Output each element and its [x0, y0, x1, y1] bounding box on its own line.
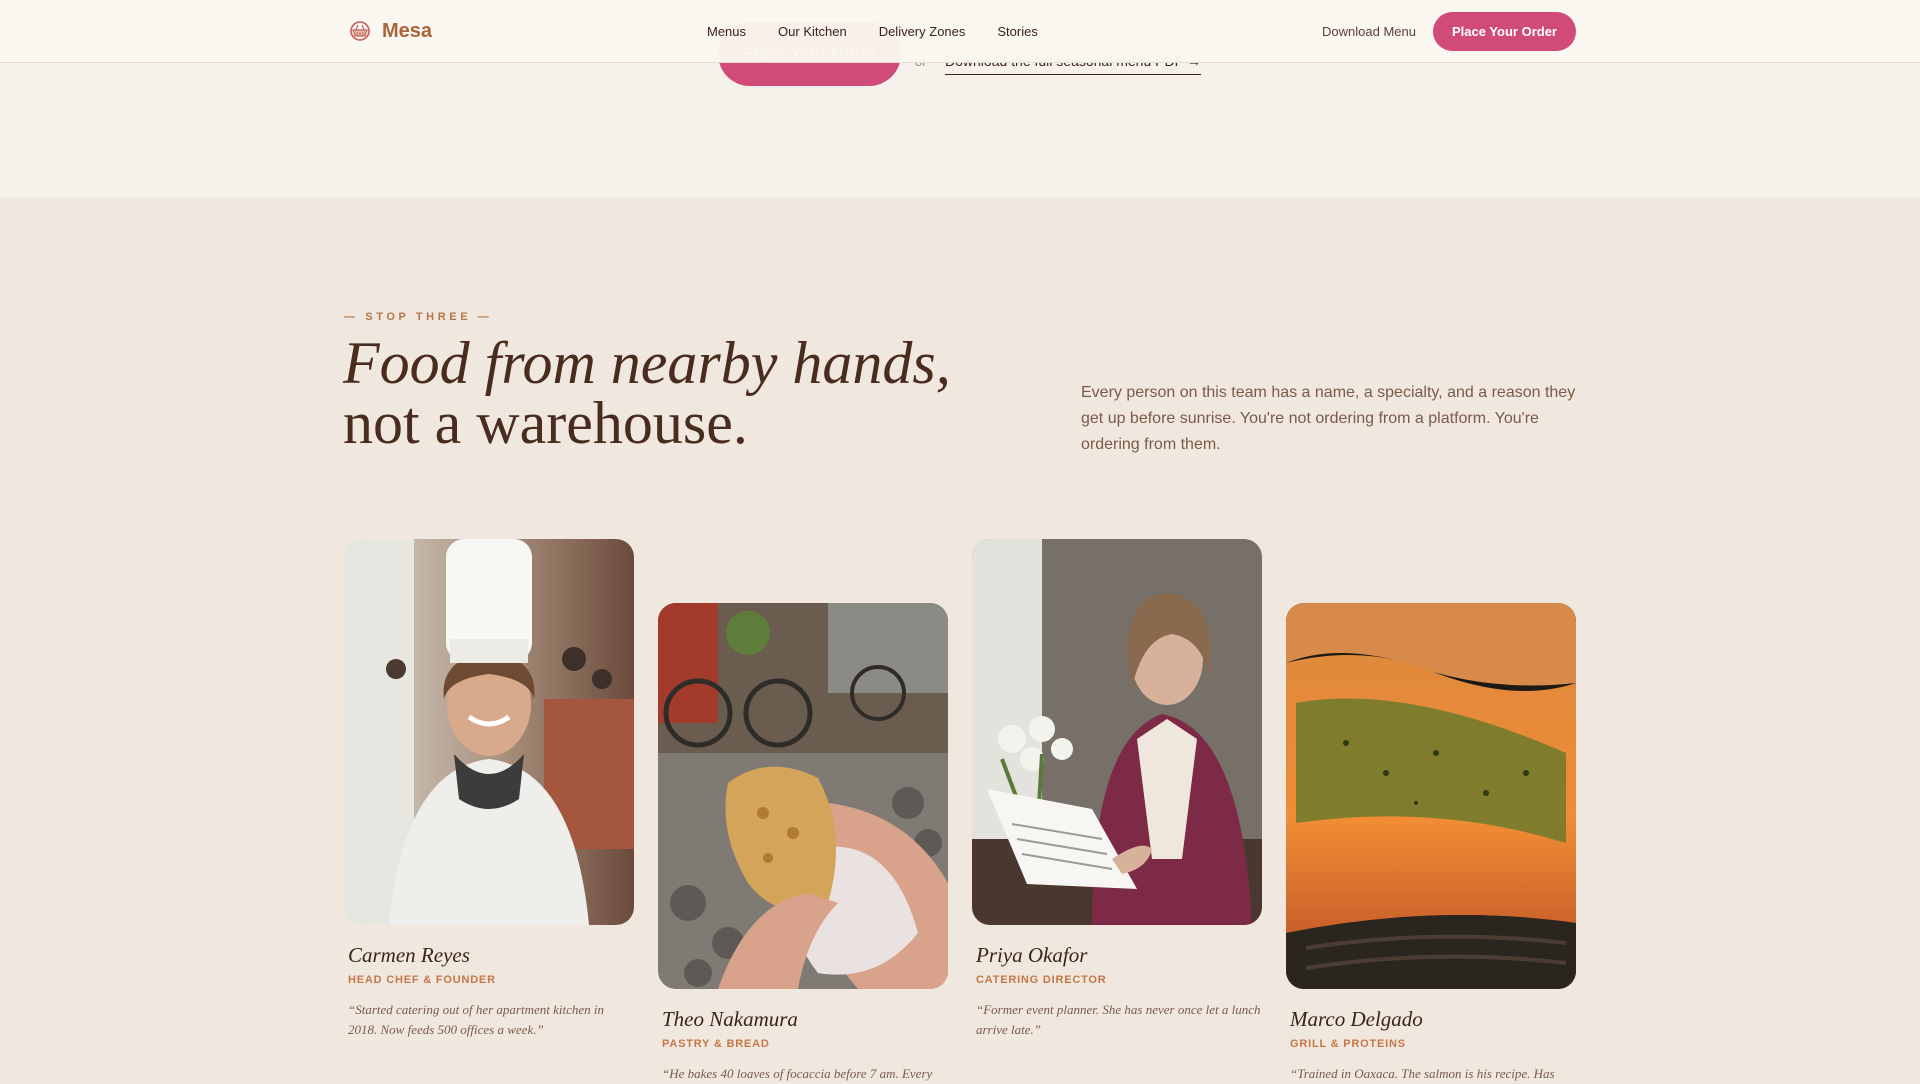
- team-member-role: GRILL & PROTEINS: [1290, 1038, 1406, 1050]
- chef-portrait-photo: [344, 539, 634, 925]
- team-member-name: Priya Okafor: [976, 943, 1088, 967]
- headline-italic-line: Food from nearby hands,: [343, 330, 951, 396]
- team-card-theo[interactable]: Theo Nakamura PASTRY & BREAD “He bakes 4…: [658, 603, 948, 1084]
- team-card-priya[interactable]: Priya Okafor CATERING DIRECTOR “Former e…: [972, 539, 1262, 1040]
- brand-logo[interactable]: Mesa: [348, 0, 432, 62]
- grilled-salmon-photo: [1286, 603, 1576, 989]
- focaccia-in-hand-photo: [658, 603, 948, 989]
- basket-icon: [350, 21, 370, 41]
- section-intro: Every person on this team has a name, a …: [1081, 384, 1576, 453]
- team-member-name: Carmen Reyes: [348, 943, 470, 967]
- team-member-role: CATERING DIRECTOR: [976, 974, 1107, 986]
- team-member-quote: “Trained in Oaxaca. The salmon is his re…: [1290, 1066, 1555, 1081]
- nav-actions: Download Menu Place Your Order: [1322, 0, 1576, 62]
- team-card-carmen[interactable]: Carmen Reyes HEAD CHEF & FOUNDER “Starte…: [344, 539, 634, 1040]
- clipboard-portrait-photo: [972, 539, 1262, 925]
- team-member-quote: “He bakes 40 loaves of focaccia before 7…: [662, 1066, 933, 1081]
- headline-plain-line: not a warehouse.: [343, 390, 748, 456]
- section-headline: Food from nearby hands, not a warehouse.: [343, 333, 1103, 453]
- nav-link-delivery-zones[interactable]: Delivery Zones: [879, 24, 966, 39]
- team-card-marco[interactable]: Marco Delgado GRILL & PROTEINS “Trained …: [1286, 603, 1576, 1084]
- place-order-button[interactable]: Place Your Order: [1432, 11, 1576, 51]
- team-member-role: HEAD CHEF & FOUNDER: [348, 974, 496, 986]
- top-navigation: Mesa Menus Our Kitchen Delivery Zones St…: [0, 0, 1920, 63]
- nav-link-our-kitchen[interactable]: Our Kitchen: [778, 24, 847, 39]
- team-member-name: Marco Delgado: [1290, 1007, 1423, 1031]
- brand-name: Mesa: [382, 19, 433, 42]
- section-eyebrow: — STOP THREE —: [344, 311, 493, 323]
- download-menu-link[interactable]: Download Menu: [1322, 24, 1416, 39]
- team-member-quote: “Started catering out of her apartment k…: [348, 1002, 604, 1037]
- team-member-quote: “Former event planner. She has never onc…: [976, 1002, 1261, 1037]
- team-member-name: Theo Nakamura: [662, 1007, 798, 1031]
- nav-link-stories[interactable]: Stories: [997, 24, 1037, 39]
- main-menu: Menus Our Kitchen Delivery Zones Stories: [707, 0, 1070, 62]
- team-member-role: PASTRY & BREAD: [662, 1038, 770, 1050]
- nav-link-menus[interactable]: Menus: [707, 24, 746, 39]
